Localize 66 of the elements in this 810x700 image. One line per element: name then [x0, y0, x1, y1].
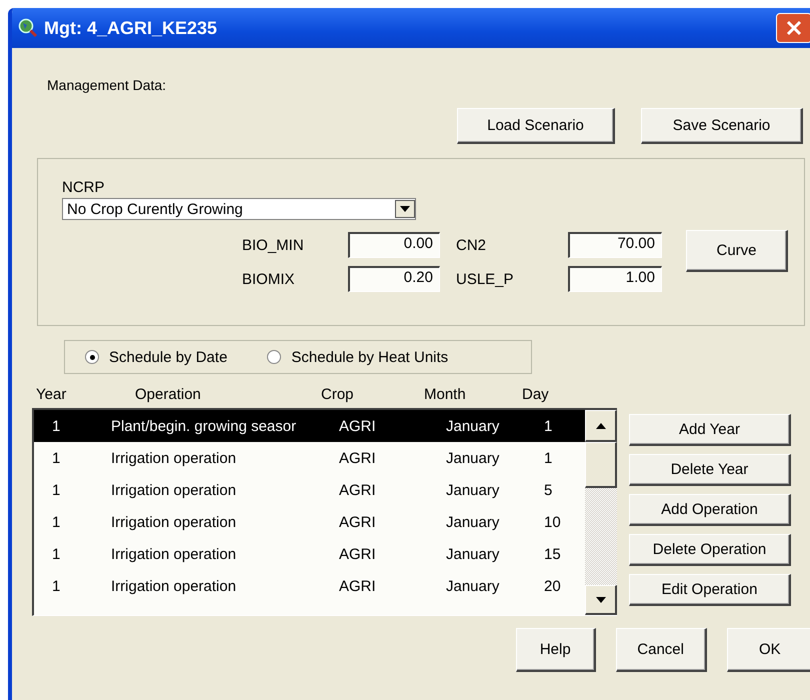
operation-button[interactable]: Edit Operation — [629, 574, 791, 606]
table-cell-text: January — [446, 482, 500, 498]
table-cell-text: 1 — [52, 514, 62, 530]
field-label: CN2 — [455, 236, 488, 254]
operation-button[interactable]: Add Year — [629, 414, 791, 446]
table-cell-text: January — [446, 578, 500, 594]
list-row[interactable]: 1 Plant/begin. growing seasor AGRI January 1 — [34, 410, 585, 442]
table-cell-text: January — [446, 546, 500, 562]
table-cell-text: 1 — [52, 546, 62, 562]
column-header: Operation — [135, 386, 202, 405]
list-row[interactable]: 1 Irrigation operation AGRI January 15 — [34, 538, 585, 570]
table-cell-text: AGRI — [339, 514, 377, 530]
table-cell-text: 15 — [544, 546, 562, 562]
table-cell-text: Irrigation operation — [111, 546, 238, 562]
input-field[interactable]: 0.20 — [348, 266, 440, 292]
table-cell-text: 1 — [52, 418, 62, 434]
table-cell-text: Irrigation operation — [111, 450, 238, 466]
column-header: Year — [36, 386, 68, 405]
list-row[interactable]: 1 Irrigation operation AGRI January 10 — [34, 506, 585, 538]
field-label: USLE_P — [455, 270, 515, 288]
table-cell-text: 1 — [544, 450, 554, 466]
table-cell-text: January — [446, 450, 500, 466]
table-cell-text: 5 — [544, 482, 554, 498]
table-cell-text: January — [446, 418, 500, 434]
table-cell-text: Irrigation operation — [111, 578, 238, 594]
field-label: NCRP — [62, 179, 105, 196]
table-cell-text: 20 — [544, 578, 562, 594]
crop-dropdown[interactable]: No Crop Curently Growing — [62, 198, 416, 220]
table-cell-text: Plant/begin. growing seasor — [111, 418, 298, 434]
scenario-button[interactable]: Load Scenario — [457, 108, 615, 144]
table-cell-text: January — [446, 514, 500, 530]
table-cell-text: 1 — [544, 418, 554, 434]
list-row[interactable]: 1 Irrigation operation AGRI January 1 — [34, 442, 585, 474]
field-label: BIO_MIN — [242, 236, 305, 254]
table-cell-text: Irrigation operation — [111, 482, 238, 498]
table-cell-text: AGRI — [339, 482, 377, 498]
operation-button[interactable]: Add Operation — [629, 494, 791, 526]
dialog-button[interactable]: OK — [726, 628, 810, 672]
input-field[interactable]: 0.00 — [348, 232, 440, 258]
table-cell-text: 1 — [52, 450, 62, 466]
input-field[interactable]: 70.00 — [568, 232, 662, 258]
column-header: Crop — [321, 386, 355, 405]
column-header: Month — [424, 386, 467, 405]
table-cell-text: AGRI — [339, 450, 377, 466]
schedule-radio[interactable]: Schedule by Heat Units — [267, 348, 448, 366]
schedule-radio[interactable]: Schedule by Date — [85, 348, 228, 366]
operation-button[interactable]: Delete Operation — [629, 534, 791, 566]
curve-button[interactable]: Curve — [686, 230, 788, 272]
table-cell-text: AGRI — [339, 546, 377, 562]
operation-button[interactable]: Delete Year — [629, 454, 791, 486]
section-label: Management Data: — [47, 77, 168, 95]
dialog-button[interactable]: Cancel — [616, 628, 707, 672]
dialog-button[interactable]: Help — [516, 628, 596, 672]
column-header: Day — [522, 386, 550, 405]
list-row[interactable]: 1 Irrigation operation AGRI January 5 — [34, 474, 585, 506]
scenario-button[interactable]: Save Scenario — [641, 108, 803, 144]
list-row[interactable]: 1 Irrigation operation AGRI January 20 — [34, 570, 585, 602]
table-cell-text: 1 — [52, 482, 62, 498]
window-title: Mgt: 4_AGRI_KE235 — [44, 18, 218, 38]
table-cell-text: AGRI — [339, 578, 377, 594]
table-cell-text: Irrigation operation — [111, 514, 238, 530]
table-cell-text: AGRI — [339, 418, 377, 434]
input-field[interactable]: 1.00 — [568, 266, 662, 292]
field-label: BIOMIX — [242, 270, 296, 288]
table-cell-text: 10 — [544, 514, 562, 530]
table-cell-text: 1 — [52, 578, 62, 594]
